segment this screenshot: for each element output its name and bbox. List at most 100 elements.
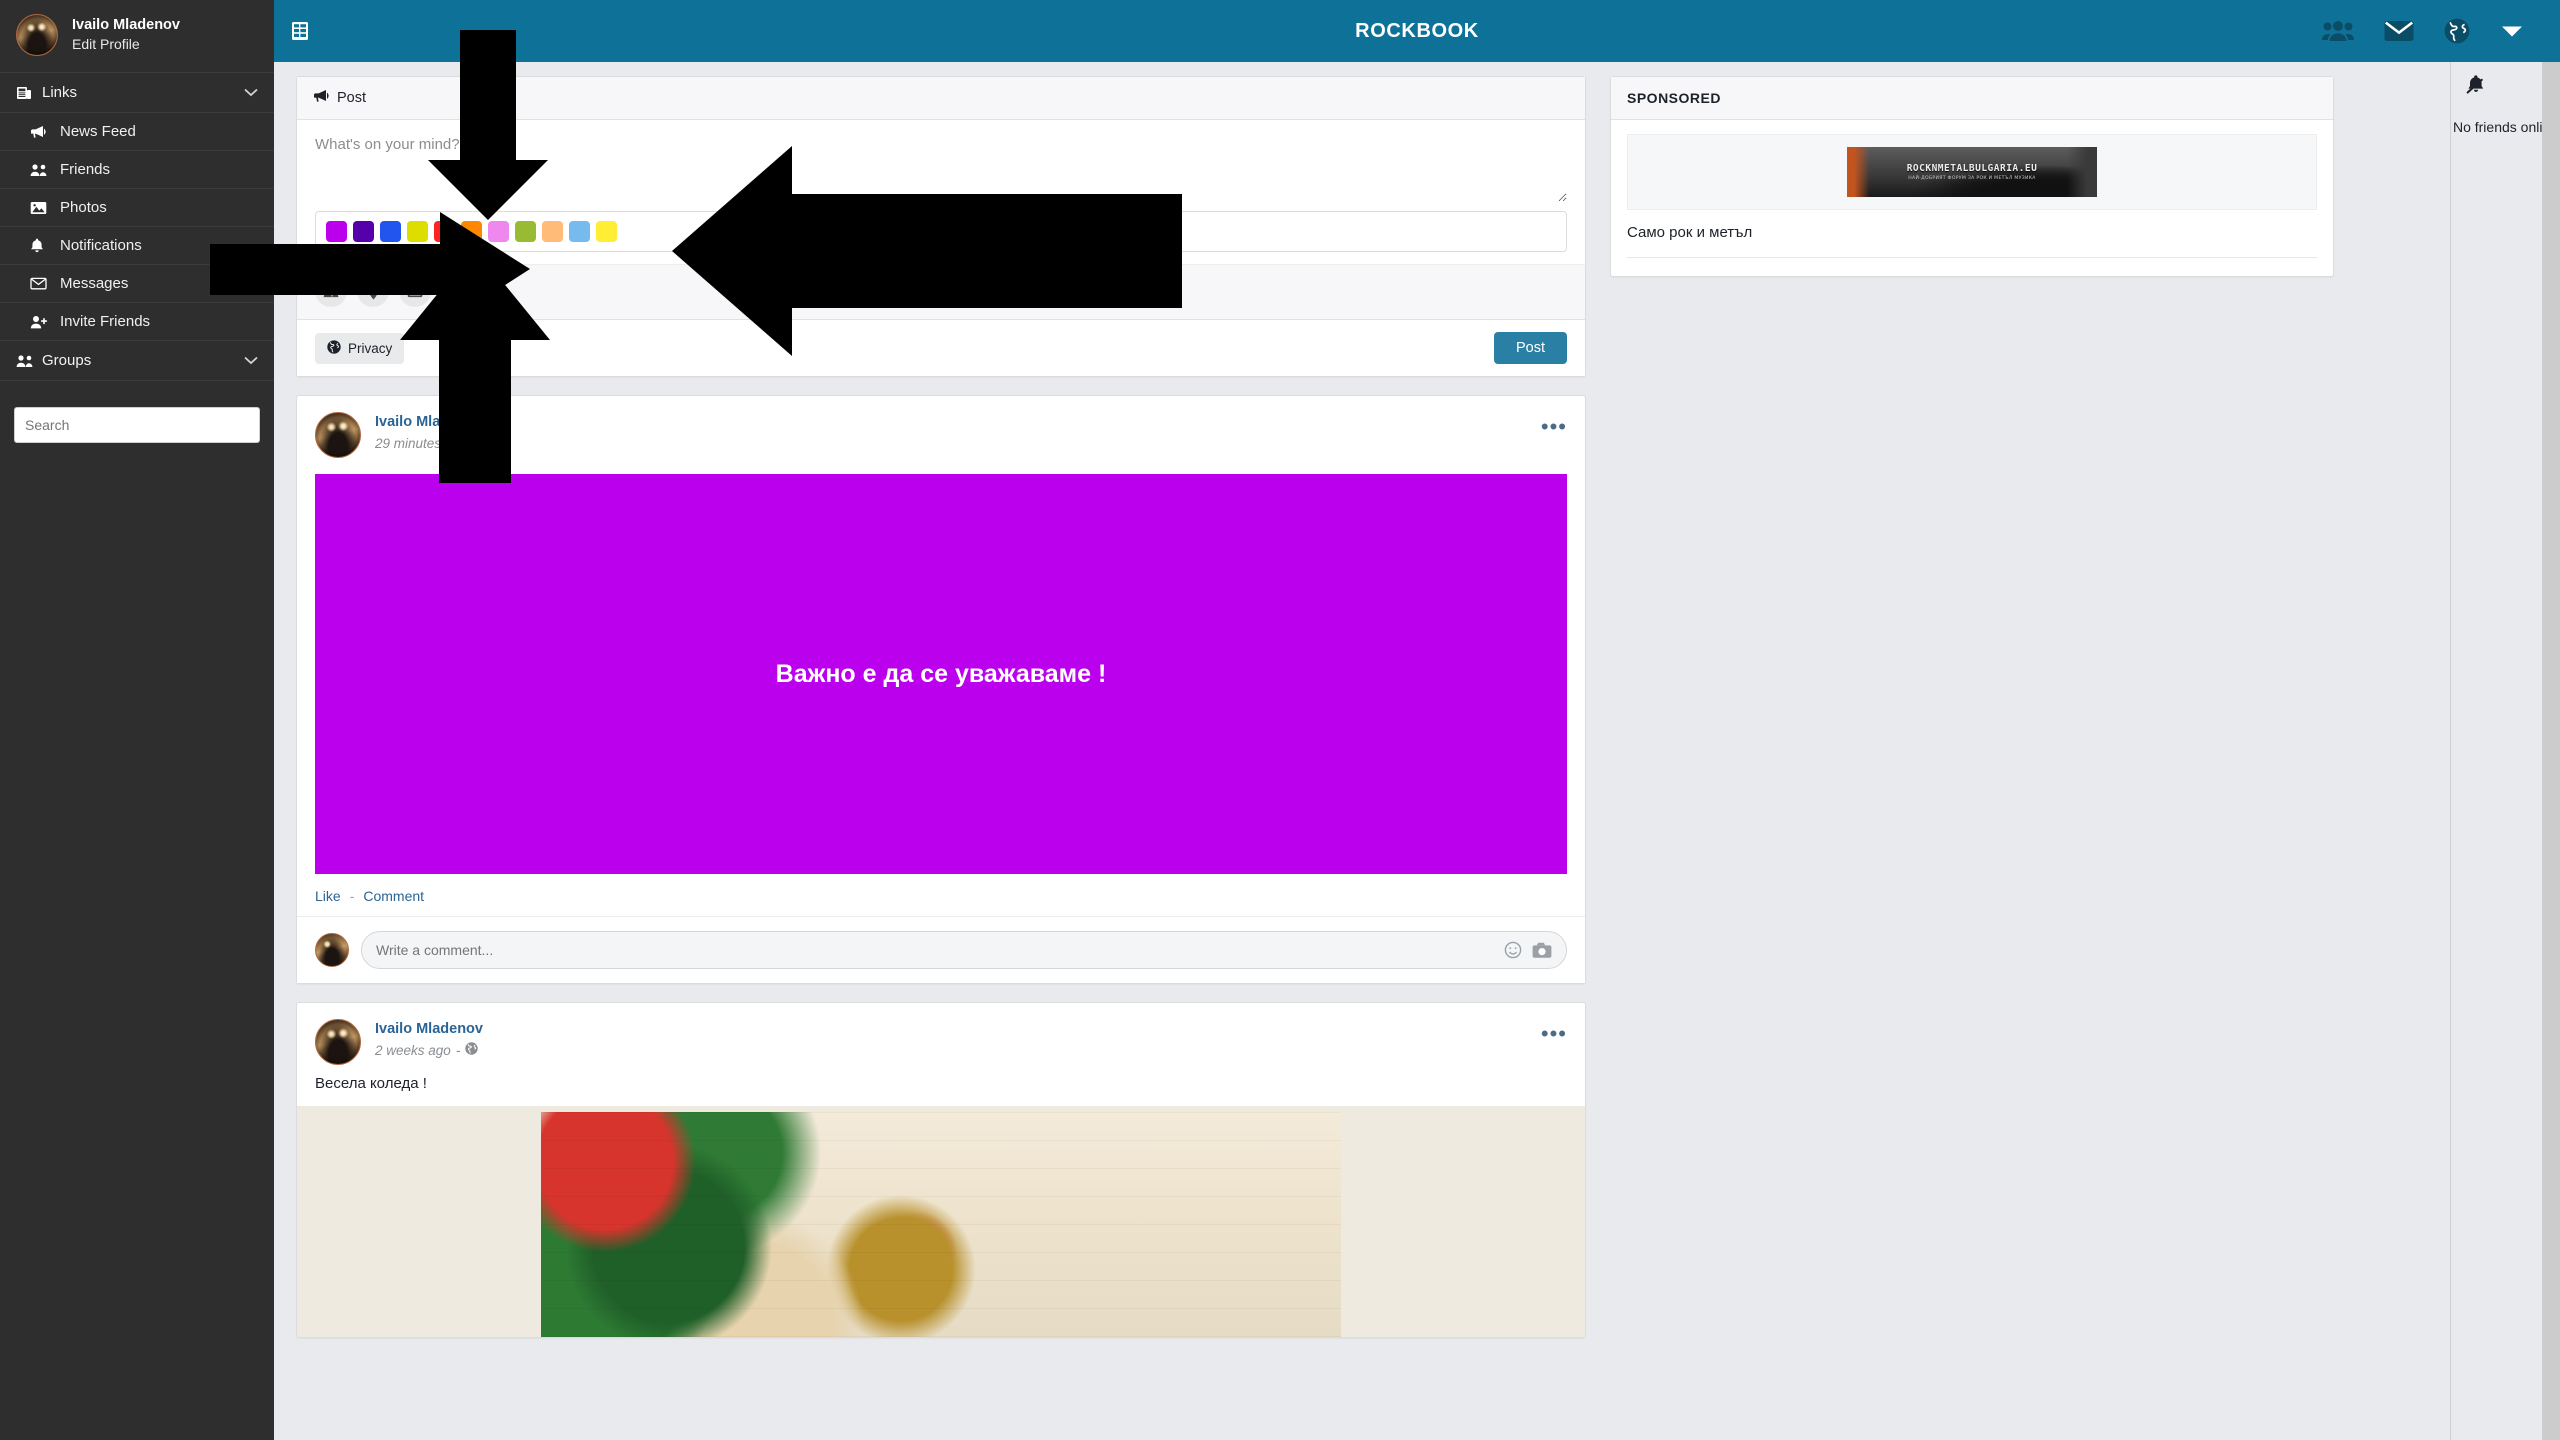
friends-icon [30, 163, 60, 177]
color-swatch-10[interactable] [596, 221, 617, 242]
color-swatch-0[interactable] [326, 221, 347, 242]
globe-icon [482, 434, 495, 454]
sponsored-banner-wrap: ROCKNMETALBULGARIA.EU НАЙ-ДОБРИЯТ ФОРУМ … [1627, 134, 2317, 210]
chevron-down-icon[interactable] [244, 85, 258, 100]
globe-icon[interactable] [2444, 18, 2470, 44]
comment-input-wrap[interactable] [361, 931, 1567, 969]
sidebar-group-groups-label: Groups [42, 352, 92, 369]
sidebar-item-friends-label: Friends [60, 161, 111, 178]
post-time-text: 29 minutes ago [375, 435, 468, 451]
post-time-separator: - [455, 1042, 461, 1058]
color-swatch-9[interactable] [569, 221, 590, 242]
composer-footer: Privacy Post [297, 320, 1585, 376]
christmas-photo[interactable] [541, 1112, 1341, 1337]
post-time-text: 2 weeks ago [375, 1042, 451, 1058]
sidebar-item-messages-label: Messages [60, 275, 129, 292]
like-button[interactable]: Like [315, 888, 341, 904]
sidebar-item-news-feed[interactable]: News Feed [0, 113, 274, 151]
envelope-icon[interactable] [2384, 20, 2414, 42]
sponsored-banner-line1: ROCKNMETALBULGARIA.EU [1906, 163, 2038, 174]
post-timestamp: 29 minutes ago - [375, 434, 495, 454]
avatar[interactable] [315, 933, 349, 967]
sidebar-group-links[interactable]: Links [0, 72, 274, 113]
sidebar-item-friends[interactable]: Friends [0, 151, 274, 189]
post-time-separator: - [472, 435, 477, 451]
photo-icon [30, 201, 60, 215]
sponsored-caption: Само рок и метъл [1627, 224, 1753, 241]
privacy-label: Privacy [348, 340, 393, 356]
comment-composer [297, 916, 1585, 983]
color-swatch-3[interactable] [407, 221, 428, 242]
post-author[interactable]: Ivailo Mladenov [375, 412, 495, 434]
post-image-wrap [297, 1106, 1585, 1337]
sidebar-item-photos-label: Photos [60, 199, 107, 216]
right-column: SPONSORED ROCKNMETALBULGARIA.EU НАЙ-ДОБР… [1610, 76, 2334, 295]
comment-input[interactable] [376, 942, 1494, 958]
ellipsis-icon[interactable]: ••• [1541, 1019, 1567, 1045]
location-pin-icon[interactable] [357, 275, 389, 307]
composer-body [297, 120, 1585, 207]
privacy-button[interactable]: Privacy [315, 332, 405, 364]
feed-column: Post What's on your mind? Privacy Post I… [296, 76, 1586, 1356]
color-swatch-6[interactable] [488, 221, 509, 242]
search-input[interactable] [14, 407, 260, 443]
color-swatch-4[interactable] [434, 221, 455, 242]
sidebar-item-news-feed-label: News Feed [60, 123, 136, 140]
sidebar-item-invite-friends-label: Invite Friends [60, 313, 151, 330]
composer-tools [297, 264, 1585, 320]
ellipsis-icon[interactable]: ••• [1541, 412, 1567, 438]
sidebar-group-groups[interactable]: Groups [0, 341, 274, 381]
post-color-body: Важно е да се уважаваме ! [315, 474, 1567, 874]
chevron-down-icon[interactable] [244, 353, 258, 368]
edit-profile-link[interactable]: Edit Profile [72, 35, 180, 54]
avatar[interactable] [315, 1019, 361, 1065]
left-sidebar: Ivailo Mladenov Edit Profile Links News … [0, 0, 274, 1440]
sponsored-title: SPONSORED [1611, 77, 2333, 120]
post-author[interactable]: Ivailo Mladenov [375, 1019, 483, 1041]
color-swatch-8[interactable] [542, 221, 563, 242]
envelope-icon [30, 277, 60, 290]
paint-brush-icon[interactable] [441, 275, 473, 307]
avatar[interactable] [16, 14, 58, 56]
color-swatch-2[interactable] [380, 221, 401, 242]
background-color-palette[interactable] [315, 211, 1567, 252]
sidebar-item-photos[interactable]: Photos [0, 189, 274, 227]
post-header: Ivailo Mladenov 29 minutes ago - ••• [297, 396, 1585, 468]
photo-icon[interactable] [399, 275, 431, 307]
comment-button[interactable]: Comment [363, 888, 424, 904]
page-title: ROCKBOOK [1355, 19, 1479, 42]
bell-icon [30, 238, 60, 253]
sidebar-group-links-label: Links [42, 84, 78, 101]
color-swatch-7[interactable] [515, 221, 536, 242]
main-content: Post What's on your mind? Privacy Post I… [274, 62, 2450, 1440]
sponsored-spacer [1611, 258, 2333, 276]
camera-icon[interactable] [1532, 942, 1552, 959]
sidebar-search-wrap [0, 381, 274, 443]
color-swatch-5[interactable] [461, 221, 482, 242]
post-textarea[interactable] [315, 136, 1567, 202]
color-swatch-1[interactable] [353, 221, 374, 242]
sidebar-item-invite-friends[interactable]: Invite Friends [0, 303, 274, 341]
sidebar-item-messages[interactable]: Messages [0, 265, 274, 303]
sidebar-item-notifications[interactable]: Notifications [0, 227, 274, 265]
post-composer: Post What's on your mind? Privacy Post [296, 76, 1586, 377]
list-menu-icon[interactable] [274, 0, 326, 62]
post-body-text: Весела коледа ! [315, 1075, 427, 1092]
sponsored-banner[interactable]: ROCKNMETALBULGARIA.EU НАЙ-ДОБРИЯТ ФОРУМ … [1847, 147, 2097, 197]
window-right-edge [2542, 0, 2560, 1440]
avatar[interactable] [315, 412, 361, 458]
sponsored-card: SPONSORED ROCKNMETALBULGARIA.EU НАЙ-ДОБР… [1610, 76, 2334, 277]
globe-icon [327, 339, 341, 357]
caret-down-icon[interactable] [2500, 24, 2524, 38]
action-separator: - [349, 888, 355, 904]
profile-summary[interactable]: Ivailo Mladenov Edit Profile [0, 0, 274, 72]
post-button[interactable]: Post [1493, 332, 1567, 364]
tag-friends-icon[interactable] [315, 275, 347, 307]
megaphone-icon [313, 89, 329, 107]
top-navigation-bar: ROCKBOOK [274, 0, 2560, 62]
profile-name: Ivailo Mladenov [72, 16, 180, 33]
smiley-icon[interactable] [1504, 941, 1522, 959]
globe-icon [465, 1041, 479, 1061]
topbar-actions [2322, 18, 2560, 44]
friends-icon[interactable] [2322, 19, 2354, 43]
